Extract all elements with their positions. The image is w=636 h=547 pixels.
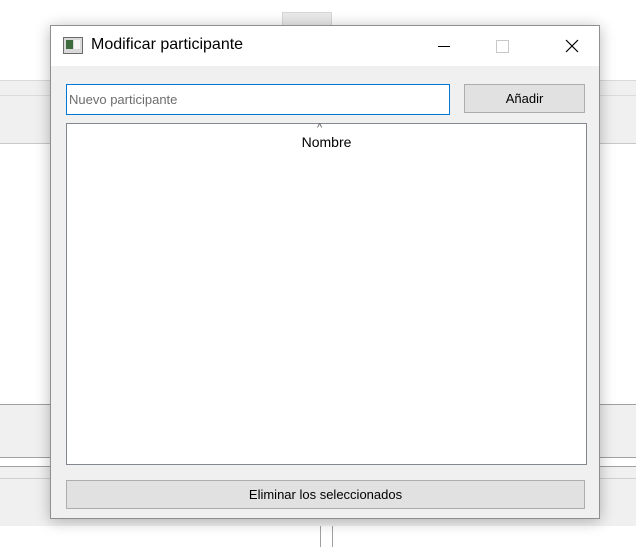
modify-participant-dialog: Modificar participante Añadir ^ Nombre E… (50, 25, 600, 519)
app-window-icon (63, 37, 83, 54)
participants-list[interactable]: ^ Nombre (66, 123, 587, 465)
close-button[interactable] (549, 26, 595, 66)
sort-ascending-icon: ^ (317, 122, 323, 134)
maximize-button[interactable] (479, 26, 525, 66)
column-header-label: Nombre (301, 134, 352, 150)
parent-splitter[interactable] (320, 526, 333, 547)
app-icon-shape (74, 40, 80, 49)
title-bar[interactable]: Modificar participante (51, 26, 599, 66)
column-header-nombre[interactable]: ^ Nombre (67, 122, 586, 150)
add-button[interactable]: Añadir (464, 84, 585, 113)
app-icon-shape (66, 40, 73, 49)
new-participant-input[interactable] (66, 84, 450, 115)
maximize-icon (495, 39, 509, 53)
delete-selected-button[interactable]: Eliminar los seleccionados (66, 480, 585, 509)
delete-selected-label: Eliminar los seleccionados (248, 487, 403, 502)
parent-top-strip (0, 0, 636, 12)
parent-bottom-strip (0, 526, 636, 547)
minimize-button[interactable] (421, 26, 467, 66)
close-icon (565, 39, 579, 53)
minimize-icon (438, 45, 450, 47)
window-title: Modificar participante (91, 36, 244, 53)
add-button-label: Añadir (505, 91, 544, 106)
